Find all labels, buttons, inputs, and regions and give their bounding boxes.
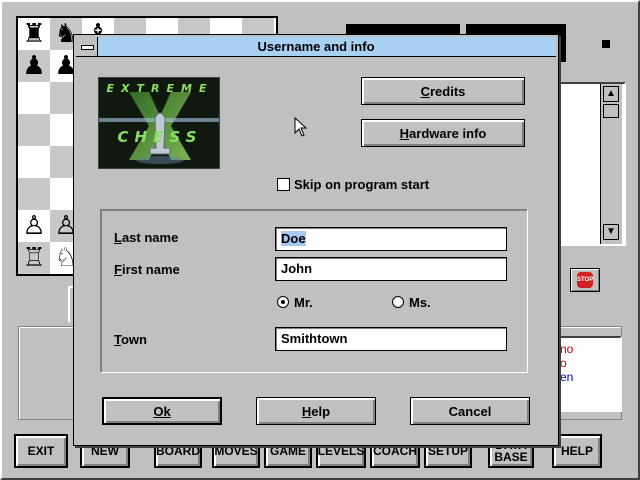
first-name-label: First name [114,262,180,277]
town-value: Smithtown [281,331,348,346]
town-field[interactable]: Smithtown [275,327,507,351]
ok-button[interactable]: Ok [102,397,222,425]
logo-bottom-text: CHESS [117,128,203,146]
board-square[interactable] [18,178,50,210]
indicator-square [602,40,610,48]
logo-top-text: EXTREME [106,82,214,95]
board-square[interactable] [18,114,50,146]
ms-radio[interactable] [392,296,404,308]
last-name-field[interactable]: Doe [275,227,507,251]
board-square[interactable] [18,146,50,178]
dialog-title-bar: Username and info [76,37,556,57]
help-button[interactable]: Help [256,397,376,425]
last-name-label: Last name [114,230,179,245]
ok-button-label: Ok [153,403,171,419]
hardware-info-button[interactable]: Hardware info [361,119,525,147]
cancel-button-label: Cancel [448,403,492,419]
white-pawn-icon[interactable]: ♙ [18,210,50,242]
hardware-info-button-label: Hardware info [399,125,487,141]
ms-label[interactable]: Ms. [409,295,431,310]
stop-button[interactable]: STOP [570,268,600,292]
mouse-cursor-icon [294,116,308,137]
info-text-line: no [560,342,574,356]
board-square[interactable] [18,82,50,114]
skip-checkbox[interactable] [277,178,290,191]
dialog-title: Username and info [257,39,375,54]
scroll-up-arrow-icon[interactable]: ▲ [603,86,619,102]
first-name-field[interactable]: John [275,257,507,281]
info-text-line: en [560,370,574,384]
scroll-down-arrow-icon[interactable]: ▼ [603,224,619,240]
toolbar-help-button[interactable]: HELP [552,434,602,468]
black-rook-icon[interactable]: ♜ [18,18,50,50]
mr-radio[interactable] [277,296,289,308]
cancel-button[interactable]: Cancel [410,397,530,425]
toolbar-exit-button[interactable]: EXIT [14,434,68,468]
first-name-value: John [281,261,313,276]
system-menu-icon[interactable] [76,37,98,56]
info-text-line: o [560,356,567,370]
town-label: Town [114,332,147,347]
move-list-scrollbar[interactable]: ▲ ▼ [600,84,622,244]
info-text-panel: no o en [556,336,622,412]
credits-button-label: Credits [420,83,466,99]
scroll-thumb[interactable] [603,104,619,118]
last-name-value: Doe [281,231,306,246]
credits-button[interactable]: Credits [361,77,525,105]
mr-label[interactable]: Mr. [294,295,313,310]
stop-sign-icon: STOP [577,272,593,288]
skip-checkbox-label[interactable]: Skip on program start [294,177,429,192]
white-rook-icon[interactable]: ♖ [18,242,50,274]
help-button-label: Help [301,403,331,419]
black-pawn-icon[interactable]: ♟ [18,50,50,82]
extreme-chess-logo: EXTREME CHESS [98,77,220,169]
username-dialog: Username and info EXTREME CHESS Credits … [73,34,559,446]
